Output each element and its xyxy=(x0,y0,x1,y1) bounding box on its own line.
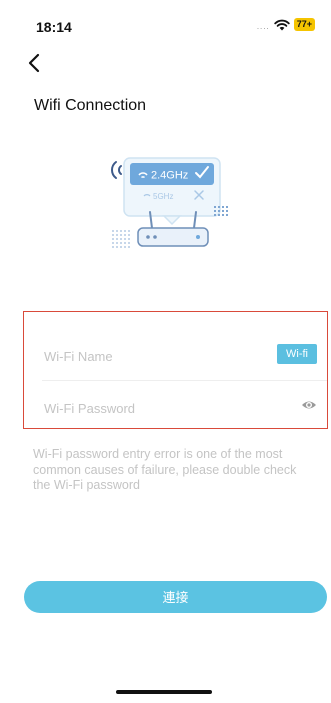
wifi-name-row: Wi-fi xyxy=(24,330,327,382)
signal-indicator: .... xyxy=(256,22,270,31)
page-title: Wifi Connection xyxy=(34,97,147,114)
wifi-password-row xyxy=(24,382,327,434)
connect-button[interactable]: 連接 xyxy=(24,581,327,613)
hint-line: Wi-Fi password entry error is one of the… xyxy=(33,447,283,461)
status-indicators: .... 77+ xyxy=(257,18,315,31)
password-hint-text: Wi-Fi password entry error is one of the… xyxy=(33,447,313,494)
home-indicator xyxy=(116,690,212,694)
hint-line: common causes of failure, please double … xyxy=(33,462,297,477)
router-band-illustration: 2.4GHz 5GHz xyxy=(111,157,228,248)
status-bar: 18:14 .... 77+ xyxy=(0,0,331,44)
wifi-credentials-form: Wi-fi xyxy=(23,311,328,429)
band-24-label: 2.4GHz xyxy=(151,170,188,182)
status-time: 18:14 xyxy=(36,19,72,35)
field-divider xyxy=(42,380,327,381)
wifi-password-input[interactable] xyxy=(42,396,246,420)
back-chevron-icon[interactable] xyxy=(24,52,46,74)
band-5-label: 5GHz xyxy=(153,192,173,201)
wifi-status-icon xyxy=(274,19,290,30)
hint-line: the Wi-Fi password xyxy=(33,478,140,492)
eye-icon[interactable] xyxy=(301,399,317,411)
wifi-select-button[interactable]: Wi-fi xyxy=(277,344,317,364)
wifi-name-input[interactable] xyxy=(42,344,246,368)
battery-indicator: 77+ xyxy=(293,18,315,31)
